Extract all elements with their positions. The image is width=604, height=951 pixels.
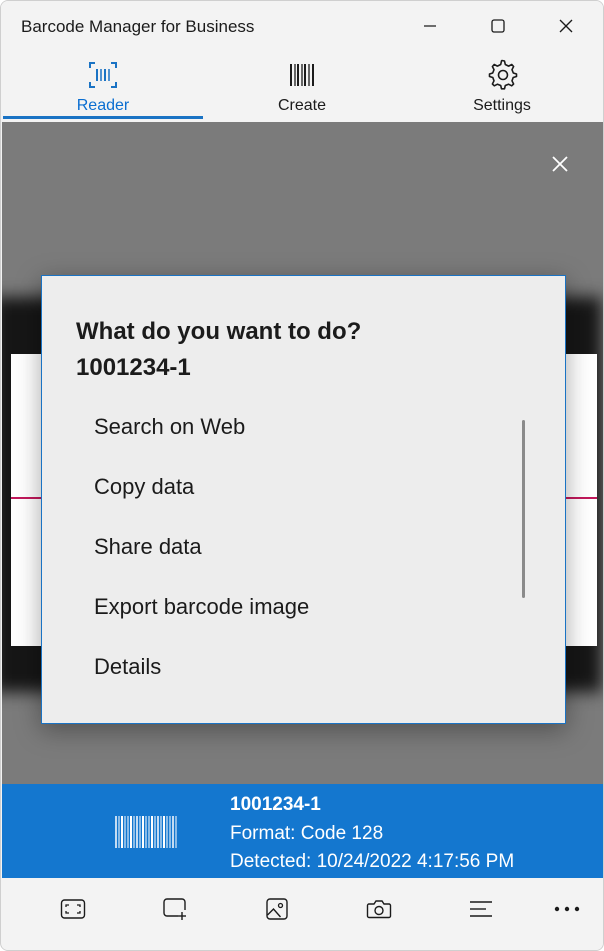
barcode-scan-icon	[89, 62, 117, 88]
tab-label: Create	[277, 97, 327, 114]
image-icon	[266, 898, 288, 920]
maximize-button[interactable]	[475, 1, 521, 51]
tab-settings[interactable]: Settings	[402, 51, 602, 121]
add-area-icon	[163, 898, 186, 920]
scan-result-bar[interactable]: 1001234-1 Format: Code 128 Detected: 10/…	[2, 784, 603, 878]
option-export-image[interactable]: Export barcode image	[76, 583, 516, 631]
menu-button[interactable]	[466, 894, 496, 924]
dialog-title: What do you want to do?	[76, 318, 362, 345]
image-button[interactable]	[262, 894, 292, 924]
more-button[interactable]	[552, 894, 582, 924]
gear-icon	[488, 59, 518, 90]
action-dialog: What do you want to do? 1001234-1 Search…	[41, 275, 566, 724]
active-tab-indicator	[3, 116, 203, 119]
camera-button[interactable]	[364, 894, 394, 924]
scan-area-button[interactable]	[58, 894, 88, 924]
close-button[interactable]	[543, 1, 589, 51]
option-details[interactable]: Details	[76, 643, 516, 691]
result-barcode-value: 1001234-1	[230, 794, 321, 815]
minimize-button[interactable]	[407, 1, 453, 51]
title-bar: Barcode Manager for Business	[1, 1, 603, 51]
bottom-toolbar	[2, 878, 603, 950]
option-copy-data[interactable]: Copy data	[76, 463, 516, 511]
tab-create[interactable]: Create	[202, 51, 402, 121]
app-title: Barcode Manager for Business	[21, 17, 255, 36]
add-area-button[interactable]	[160, 894, 190, 924]
tab-reader[interactable]: Reader	[3, 51, 203, 121]
barcode-thumbnail	[115, 816, 177, 848]
dialog-barcode-value: 1001234-1	[76, 354, 191, 381]
close-icon	[552, 156, 568, 172]
more-icon	[554, 906, 580, 912]
scrollbar[interactable]	[522, 420, 525, 598]
tab-label: Settings	[473, 97, 531, 114]
dismiss-button[interactable]	[546, 150, 574, 178]
camera-icon	[366, 900, 392, 919]
option-share-data[interactable]: Share data	[76, 523, 516, 571]
result-format: Format: Code 128	[230, 823, 384, 844]
menu-icon	[470, 901, 492, 917]
maximize-icon	[491, 19, 505, 33]
app-window: Barcode Manager for Business Reader Crea…	[0, 0, 604, 951]
tab-label: Reader	[76, 97, 130, 114]
minimize-icon	[424, 25, 436, 27]
close-icon	[559, 19, 573, 33]
barcode-icon	[290, 64, 314, 86]
result-detected-time: Detected: 10/24/2022 4:17:56 PM	[230, 851, 515, 872]
scan-area-icon	[60, 899, 86, 919]
option-search-web[interactable]: Search on Web	[76, 403, 516, 451]
nav-tabs: Reader Create Settings	[1, 51, 603, 122]
